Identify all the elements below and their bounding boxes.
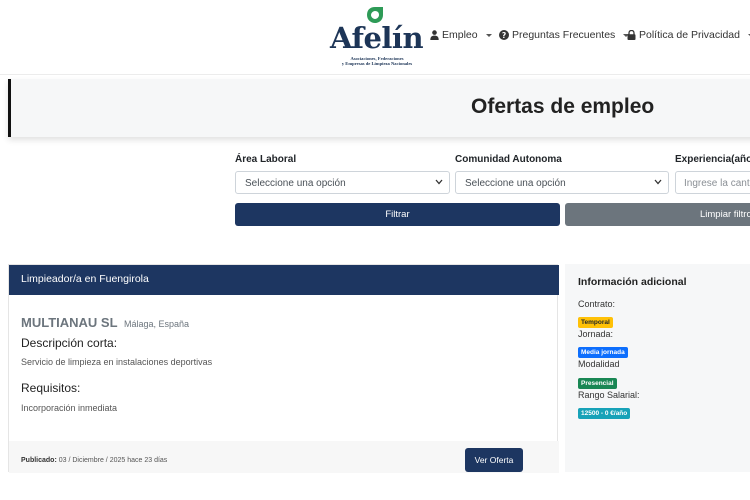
schedule-badge: Media jornada	[578, 347, 628, 358]
salary-badge: 12500 - 0 €/año	[578, 408, 631, 419]
experiencia-label: Experiencia(años)	[675, 154, 750, 165]
comunidad-autonoma-value: Seleccione una opción	[465, 178, 566, 189]
filtrar-button[interactable]: Filtrar	[235, 203, 560, 226]
published-value: 03 / Diciembre / 2025 hace 23 días	[58, 457, 168, 464]
job-title: Limpieador/a en Fuengirola	[9, 265, 559, 295]
published-date: Publicado: 03 / Diciembre / 2025 hace 23…	[21, 457, 167, 464]
comunidad-autonoma-select[interactable]: Seleccione una opción	[455, 171, 669, 194]
job-card-footer: Publicado: 03 / Diciembre / 2025 hace 23…	[9, 441, 559, 473]
salary-label: Rango Salarial:	[578, 390, 640, 400]
schedule-label: Jornada:	[578, 329, 614, 339]
additional-info-title: Información adicional	[578, 276, 687, 288]
mode-label: Modalidad	[578, 359, 620, 369]
lock-icon	[627, 30, 636, 40]
limpiar-filtros-button[interactable]: Limpiar filtros	[565, 203, 750, 226]
short-description-title: Descripción corta:	[21, 336, 118, 350]
experiencia-placeholder: Ingrese la cantidad	[684, 178, 750, 189]
nav-preguntas-label: Preguntas Frecuentes	[512, 29, 616, 41]
additional-info-panel: Información adicional Contrato: Temporal…	[565, 264, 750, 472]
page-header: Ofertas de empleo	[8, 79, 750, 137]
area-laboral-value: Seleccione una opción	[245, 178, 346, 189]
afelin-logo[interactable]: Afelín Asociaciones, Federaciones y Empr…	[330, 6, 424, 70]
nav-politica-label: Política de Privacidad	[639, 29, 740, 41]
mode-badge: Presencial	[578, 378, 617, 389]
chevron-down-icon	[435, 179, 443, 185]
nav-item-preguntas-frecuentes[interactable]: ? Preguntas Frecuentes	[499, 29, 630, 41]
company-location: Málaga, España	[123, 319, 190, 329]
contract-label: Contrato:	[578, 299, 616, 309]
question-circle-icon: ?	[499, 30, 509, 40]
ver-oferta-button[interactable]: Ver Oferta	[465, 448, 523, 472]
user-icon	[430, 30, 439, 40]
svg-text:?: ?	[502, 31, 506, 40]
company-line: MULTIANAU SL Málaga, España	[21, 314, 189, 332]
job-card: Limpieador/a en Fuengirola MULTIANAU SL …	[8, 264, 559, 473]
logo-wordmark: Afelín	[330, 21, 424, 55]
published-label: Publicado:	[21, 457, 57, 464]
page-title: Ofertas de empleo	[471, 95, 655, 118]
area-laboral-select[interactable]: Seleccione una opción	[235, 171, 450, 194]
logo-tagline: Asociaciones, Federaciones y Empresas de…	[341, 56, 413, 67]
contract-badge: Temporal	[578, 317, 613, 328]
area-laboral-label: Área Laboral	[235, 154, 297, 165]
chevron-down-icon	[654, 179, 662, 185]
short-description-text: Servicio de limpieza en instalaciones de…	[21, 357, 213, 367]
company-name: MULTIANAU SL	[21, 315, 118, 330]
top-navbar: Afelín Asociaciones, Federaciones y Empr…	[0, 0, 750, 75]
requirements-title: Requisitos:	[21, 381, 81, 395]
requirements-text: Incorporación inmediata	[21, 403, 118, 413]
comunidad-autonoma-label: Comunidad Autonoma	[455, 154, 562, 165]
nav-item-empleo[interactable]: Empleo	[430, 29, 492, 41]
nav-item-politica-privacidad[interactable]: Política de Privacidad	[627, 29, 750, 41]
experiencia-input[interactable]: Ingrese la cantidad	[675, 171, 750, 194]
chevron-down-icon	[485, 33, 492, 37]
nav-empleo-label: Empleo	[442, 29, 478, 41]
